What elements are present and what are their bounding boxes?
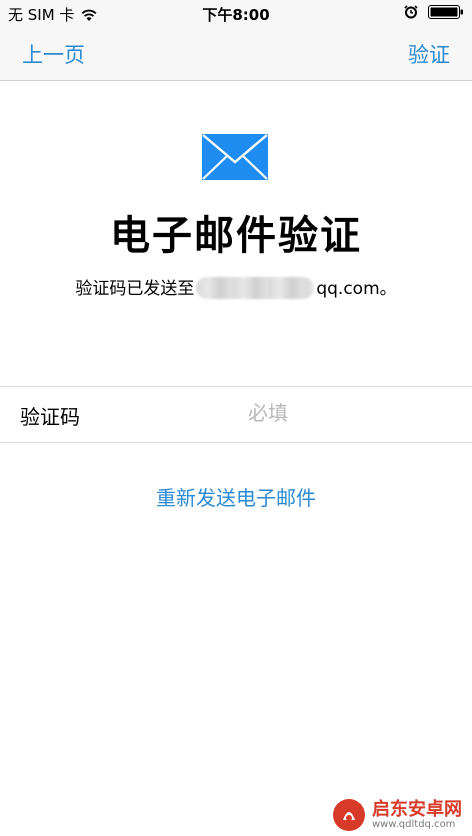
status-bar: 无 SIM 卡 下午8:00 xyxy=(0,0,472,27)
alarm-icon xyxy=(404,5,418,19)
back-button[interactable]: 上一页 xyxy=(22,39,85,69)
code-label: 验证码 xyxy=(20,405,80,429)
code-input[interactable] xyxy=(210,396,410,430)
page-title: 电子邮件验证 xyxy=(110,213,362,259)
status-right xyxy=(404,5,464,19)
watermark: 启东安卓网 www.qdltdq.com xyxy=(332,798,462,832)
verify-button[interactable]: 验证 xyxy=(408,39,450,69)
sent-email-suffix: qq.com。 xyxy=(316,279,397,299)
status-time: 下午8:00 xyxy=(202,6,270,24)
battery-icon xyxy=(428,5,463,19)
resend-email-button[interactable]: 重新发送电子邮件 xyxy=(0,482,472,511)
watermark-url: www.qdltdq.com xyxy=(372,819,456,831)
divider-top xyxy=(0,386,472,387)
sent-to-text: 验证码已发送至 qq.com。 xyxy=(0,274,472,299)
sent-prefix: 验证码已发送至 xyxy=(75,279,195,299)
watermark-logo-icon xyxy=(333,799,365,831)
email-redaction xyxy=(196,277,315,299)
watermark-name: 启东安卓网 xyxy=(372,798,462,820)
divider-bottom xyxy=(0,442,472,443)
mail-icon xyxy=(202,134,268,180)
watermark-text: 启东安卓网 www.qdltdq.com xyxy=(372,798,462,831)
navigation-bar: 上一页 验证 xyxy=(0,27,472,81)
